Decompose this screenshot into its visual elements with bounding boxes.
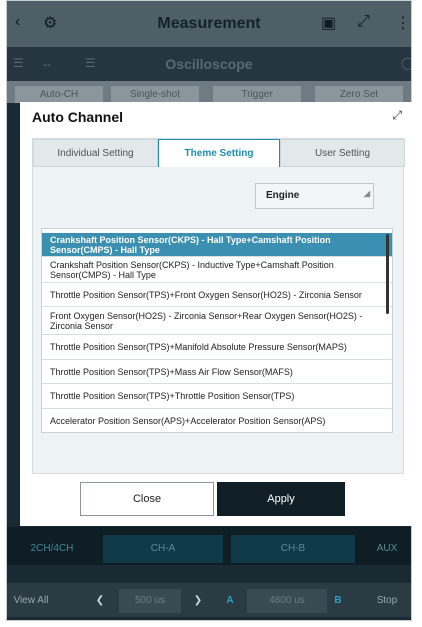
list-item[interactable]: Throttle Position Sensor(TPS)+Manifold A…: [42, 335, 392, 360]
refresh-icon[interactable]: ◯: [401, 56, 411, 70]
close-button[interactable]: Close: [80, 482, 214, 516]
mode-trigger[interactable]: Trigger: [213, 86, 301, 103]
list-item[interactable]: Crankshaft Position Sensor(CKPS) - Hall …: [42, 233, 392, 257]
chevron-down-icon: ◢: [363, 189, 370, 198]
tab-theme-setting[interactable]: Theme Setting: [158, 139, 280, 167]
list-scrollbar[interactable]: [386, 234, 389, 314]
cursor-b-label[interactable]: B: [331, 589, 345, 613]
theme-list[interactable]: Crankshaft Position Sensor(CKPS) - Hall …: [41, 228, 393, 433]
channel-mode[interactable]: 2CH/4CH: [7, 535, 97, 563]
time-bar: View All ❮ 500 us ❯ A 4800 us B Stop: [7, 583, 411, 617]
auto-channel-dialog: Auto Channel ⤢ Individual Setting Theme …: [20, 102, 416, 526]
record-icon[interactable]: ▣: [321, 13, 336, 33]
system-select[interactable]: Engine ◢: [255, 183, 374, 209]
channel-bar: 2CH/4CH CH-A CH-B AUX: [7, 527, 411, 565]
time-b-value[interactable]: 4800 us: [247, 589, 327, 613]
expand-icon[interactable]: ⤢: [357, 13, 370, 31]
more-icon[interactable]: ⋮: [395, 13, 411, 33]
ch-a-button[interactable]: CH-A: [103, 535, 223, 563]
cursor-a-label[interactable]: A: [223, 589, 237, 613]
list-item[interactable]: Front Oxygen Sensor(HO2S) - Zirconia Sen…: [42, 307, 392, 335]
view-all-button[interactable]: View All: [9, 589, 53, 613]
top-bar: ‹ ⚙ Measurement ▣ ⤢ ⋮: [7, 1, 411, 47]
settings-tabs: Individual Setting Theme Setting User Se…: [33, 139, 405, 167]
aux-button[interactable]: AUX: [361, 535, 411, 563]
list-item[interactable]: Throttle Position Sensor(TPS)+Throttle P…: [42, 384, 392, 409]
list-item[interactable]: Crankshaft Position Sensor(CKPS) - Induc…: [42, 257, 392, 283]
mode-bar: Auto-CH Single-shot Trigger Zero Set: [7, 81, 411, 103]
mode-single-shot[interactable]: Single-shot: [111, 86, 199, 103]
sub-title: Oscilloscope: [165, 56, 253, 72]
tab-individual-setting[interactable]: Individual Setting: [33, 139, 158, 167]
ch-b-button[interactable]: CH-B: [231, 535, 355, 563]
list-item[interactable]: Accelerator Position Sensor(APS)+Acceler…: [42, 409, 392, 432]
prev-icon[interactable]: ❮: [93, 589, 107, 613]
page-title: Measurement: [157, 15, 261, 32]
list-item[interactable]: Throttle Position Sensor(TPS)+Mass Air F…: [42, 360, 392, 384]
mode-zero-set[interactable]: Zero Set: [315, 86, 403, 103]
stop-button[interactable]: Stop: [367, 589, 407, 613]
mode-auto-ch[interactable]: Auto-CH: [15, 86, 103, 103]
apply-button[interactable]: Apply: [217, 482, 345, 516]
list-item[interactable]: Throttle Position Sensor(TPS)+Front Oxyg…: [42, 283, 392, 307]
dialog-title: Auto Channel: [32, 109, 123, 125]
next-icon[interactable]: ❯: [191, 589, 205, 613]
tab-user-setting[interactable]: User Setting: [280, 139, 405, 167]
settings-panel: Individual Setting Theme Setting User Se…: [32, 138, 405, 474]
system-select-value: Engine: [266, 190, 300, 201]
sub-bar: ☰ ↔ ☰ Oscilloscope ◯: [7, 47, 411, 81]
time-a-value[interactable]: 500 us: [119, 589, 181, 613]
fullscreen-icon[interactable]: ⤢: [392, 108, 402, 123]
